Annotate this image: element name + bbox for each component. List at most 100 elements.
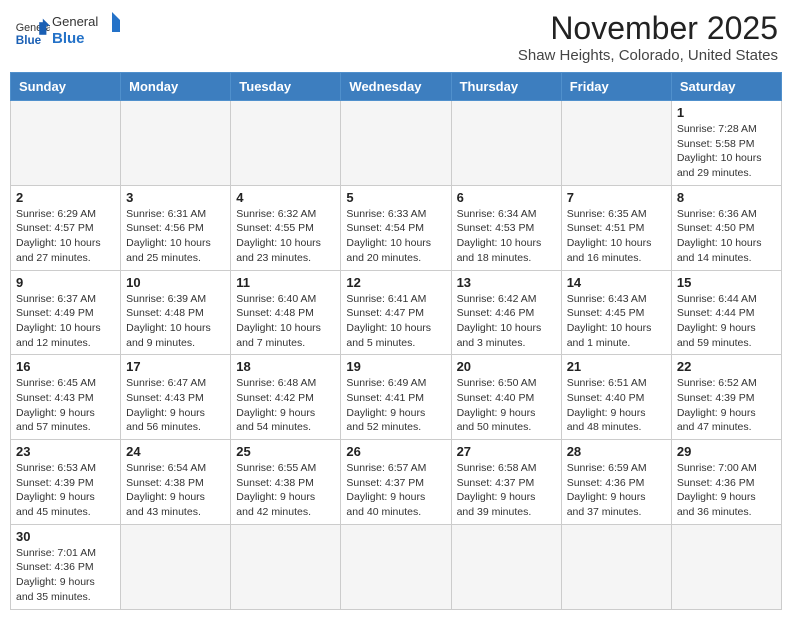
calendar-cell: 26 Sunrise: 6:57 AM Sunset: 4:37 PM Dayli…	[341, 440, 451, 525]
weekday-header-monday: Monday	[121, 73, 231, 101]
month-title: November 2025	[518, 10, 778, 47]
calendar-cell	[11, 101, 121, 186]
calendar-cell: 27 Sunrise: 6:58 AM Sunset: 4:37 PM Dayli…	[451, 440, 561, 525]
day-info: Sunrise: 6:57 AM Sunset: 4:37 PM Dayligh…	[346, 461, 445, 520]
day-number: 15	[677, 275, 776, 290]
day-number: 16	[16, 359, 115, 374]
svg-text:General: General	[52, 14, 98, 29]
day-info: Sunrise: 6:34 AM Sunset: 4:53 PM Dayligh…	[457, 207, 556, 266]
day-number: 9	[16, 275, 115, 290]
day-info: Sunrise: 6:49 AM Sunset: 4:41 PM Dayligh…	[346, 376, 445, 435]
week-row-6: 30 Sunrise: 7:01 AM Sunset: 4:36 PM Dayli…	[11, 524, 782, 609]
day-number: 24	[126, 444, 225, 459]
calendar-cell: 7 Sunrise: 6:35 AM Sunset: 4:51 PM Daylig…	[561, 185, 671, 270]
calendar-cell: 6Sunrise: 6:34 AM Sunset: 4:53 PM Daylig…	[451, 185, 561, 270]
day-info: Sunrise: 6:55 AM Sunset: 4:38 PM Dayligh…	[236, 461, 335, 520]
day-number: 12	[346, 275, 445, 290]
title-area: November 2025 Shaw Heights, Colorado, Un…	[518, 10, 778, 64]
weekday-header-saturday: Saturday	[671, 73, 781, 101]
day-info: Sunrise: 6:45 AM Sunset: 4:43 PM Dayligh…	[16, 376, 115, 435]
calendar-cell: 4 Sunrise: 6:32 AM Sunset: 4:55 PM Daylig…	[231, 185, 341, 270]
calendar-cell	[561, 101, 671, 186]
day-number: 18	[236, 359, 335, 374]
location-title: Shaw Heights, Colorado, United States	[518, 47, 778, 64]
day-info: Sunrise: 6:54 AM Sunset: 4:38 PM Dayligh…	[126, 461, 225, 520]
day-number: 4	[236, 190, 335, 205]
week-row-4: 16 Sunrise: 6:45 AM Sunset: 4:43 PM Dayli…	[11, 355, 782, 440]
logo: General Blue General Blue	[14, 10, 122, 55]
calendar-cell	[121, 101, 231, 186]
day-info: Sunrise: 6:58 AM Sunset: 4:37 PM Dayligh…	[457, 461, 556, 520]
day-number: 21	[567, 359, 666, 374]
day-number: 25	[236, 444, 335, 459]
svg-text:Blue: Blue	[16, 33, 42, 46]
calendar-cell: 8Sunrise: 6:36 AM Sunset: 4:50 PM Daylig…	[671, 185, 781, 270]
calendar-cell: 12 Sunrise: 6:41 AM Sunset: 4:47 PM Dayli…	[341, 270, 451, 355]
day-number: 11	[236, 275, 335, 290]
day-number: 26	[346, 444, 445, 459]
day-number: 28	[567, 444, 666, 459]
day-number: 14	[567, 275, 666, 290]
day-info: Sunrise: 6:32 AM Sunset: 4:55 PM Dayligh…	[236, 207, 335, 266]
day-info: Sunrise: 6:44 AM Sunset: 4:44 PM Dayligh…	[677, 292, 776, 351]
weekday-header-wednesday: Wednesday	[341, 73, 451, 101]
day-number: 30	[16, 529, 115, 544]
header: General Blue General Blue November 2025 …	[10, 10, 782, 64]
calendar-cell: 30 Sunrise: 7:01 AM Sunset: 4:36 PM Dayli…	[11, 524, 121, 609]
calendar-cell	[451, 101, 561, 186]
calendar-cell: 21Sunrise: 6:51 AM Sunset: 4:40 PM Dayli…	[561, 355, 671, 440]
calendar-cell	[451, 524, 561, 609]
calendar-cell	[341, 524, 451, 609]
day-info: Sunrise: 7:28 AM Sunset: 5:58 PM Dayligh…	[677, 122, 776, 181]
day-number: 27	[457, 444, 556, 459]
day-number: 17	[126, 359, 225, 374]
weekday-header-row: SundayMondayTuesdayWednesdayThursdayFrid…	[11, 73, 782, 101]
calendar-cell: 29 Sunrise: 7:00 AM Sunset: 4:36 PM Dayli…	[671, 440, 781, 525]
day-number: 2	[16, 190, 115, 205]
calendar-cell: 10Sunrise: 6:39 AM Sunset: 4:48 PM Dayli…	[121, 270, 231, 355]
weekday-header-thursday: Thursday	[451, 73, 561, 101]
day-info: Sunrise: 7:01 AM Sunset: 4:36 PM Dayligh…	[16, 546, 115, 605]
calendar-cell: 9Sunrise: 6:37 AM Sunset: 4:49 PM Daylig…	[11, 270, 121, 355]
calendar-cell: 22Sunrise: 6:52 AM Sunset: 4:39 PM Dayli…	[671, 355, 781, 440]
day-info: Sunrise: 7:00 AM Sunset: 4:36 PM Dayligh…	[677, 461, 776, 520]
calendar-cell	[341, 101, 451, 186]
calendar-cell: 25 Sunrise: 6:55 AM Sunset: 4:38 PM Dayli…	[231, 440, 341, 525]
week-row-2: 2Sunrise: 6:29 AM Sunset: 4:57 PM Daylig…	[11, 185, 782, 270]
day-info: Sunrise: 6:43 AM Sunset: 4:45 PM Dayligh…	[567, 292, 666, 351]
week-row-3: 9Sunrise: 6:37 AM Sunset: 4:49 PM Daylig…	[11, 270, 782, 355]
day-info: Sunrise: 6:53 AM Sunset: 4:39 PM Dayligh…	[16, 461, 115, 520]
day-number: 23	[16, 444, 115, 459]
calendar-cell	[671, 524, 781, 609]
calendar-cell: 2Sunrise: 6:29 AM Sunset: 4:57 PM Daylig…	[11, 185, 121, 270]
calendar-cell	[231, 524, 341, 609]
day-number: 3	[126, 190, 225, 205]
calendar-cell: 23 Sunrise: 6:53 AM Sunset: 4:39 PM Dayli…	[11, 440, 121, 525]
day-number: 22	[677, 359, 776, 374]
calendar-cell: 17 Sunrise: 6:47 AM Sunset: 4:43 PM Dayli…	[121, 355, 231, 440]
day-number: 7	[567, 190, 666, 205]
day-number: 8	[677, 190, 776, 205]
calendar-cell: 18Sunrise: 6:48 AM Sunset: 4:42 PM Dayli…	[231, 355, 341, 440]
calendar-cell: 15 Sunrise: 6:44 AM Sunset: 4:44 PM Dayli…	[671, 270, 781, 355]
week-row-1: 1 Sunrise: 7:28 AM Sunset: 5:58 PM Daylig…	[11, 101, 782, 186]
calendar-cell	[231, 101, 341, 186]
day-number: 1	[677, 105, 776, 120]
weekday-header-sunday: Sunday	[11, 73, 121, 101]
day-number: 20	[457, 359, 556, 374]
day-info: Sunrise: 6:41 AM Sunset: 4:47 PM Dayligh…	[346, 292, 445, 351]
day-info: Sunrise: 6:42 AM Sunset: 4:46 PM Dayligh…	[457, 292, 556, 351]
day-info: Sunrise: 6:39 AM Sunset: 4:48 PM Dayligh…	[126, 292, 225, 351]
calendar-cell: 16 Sunrise: 6:45 AM Sunset: 4:43 PM Dayli…	[11, 355, 121, 440]
day-number: 29	[677, 444, 776, 459]
day-info: Sunrise: 6:47 AM Sunset: 4:43 PM Dayligh…	[126, 376, 225, 435]
calendar-cell: 1 Sunrise: 7:28 AM Sunset: 5:58 PM Daylig…	[671, 101, 781, 186]
week-row-5: 23 Sunrise: 6:53 AM Sunset: 4:39 PM Dayli…	[11, 440, 782, 525]
logo-icon: General Blue	[14, 15, 50, 51]
calendar-cell	[561, 524, 671, 609]
day-number: 5	[346, 190, 445, 205]
svg-text:Blue: Blue	[52, 30, 85, 47]
day-info: Sunrise: 6:35 AM Sunset: 4:51 PM Dayligh…	[567, 207, 666, 266]
calendar-cell: 11Sunrise: 6:40 AM Sunset: 4:48 PM Dayli…	[231, 270, 341, 355]
calendar-cell: 3Sunrise: 6:31 AM Sunset: 4:56 PM Daylig…	[121, 185, 231, 270]
